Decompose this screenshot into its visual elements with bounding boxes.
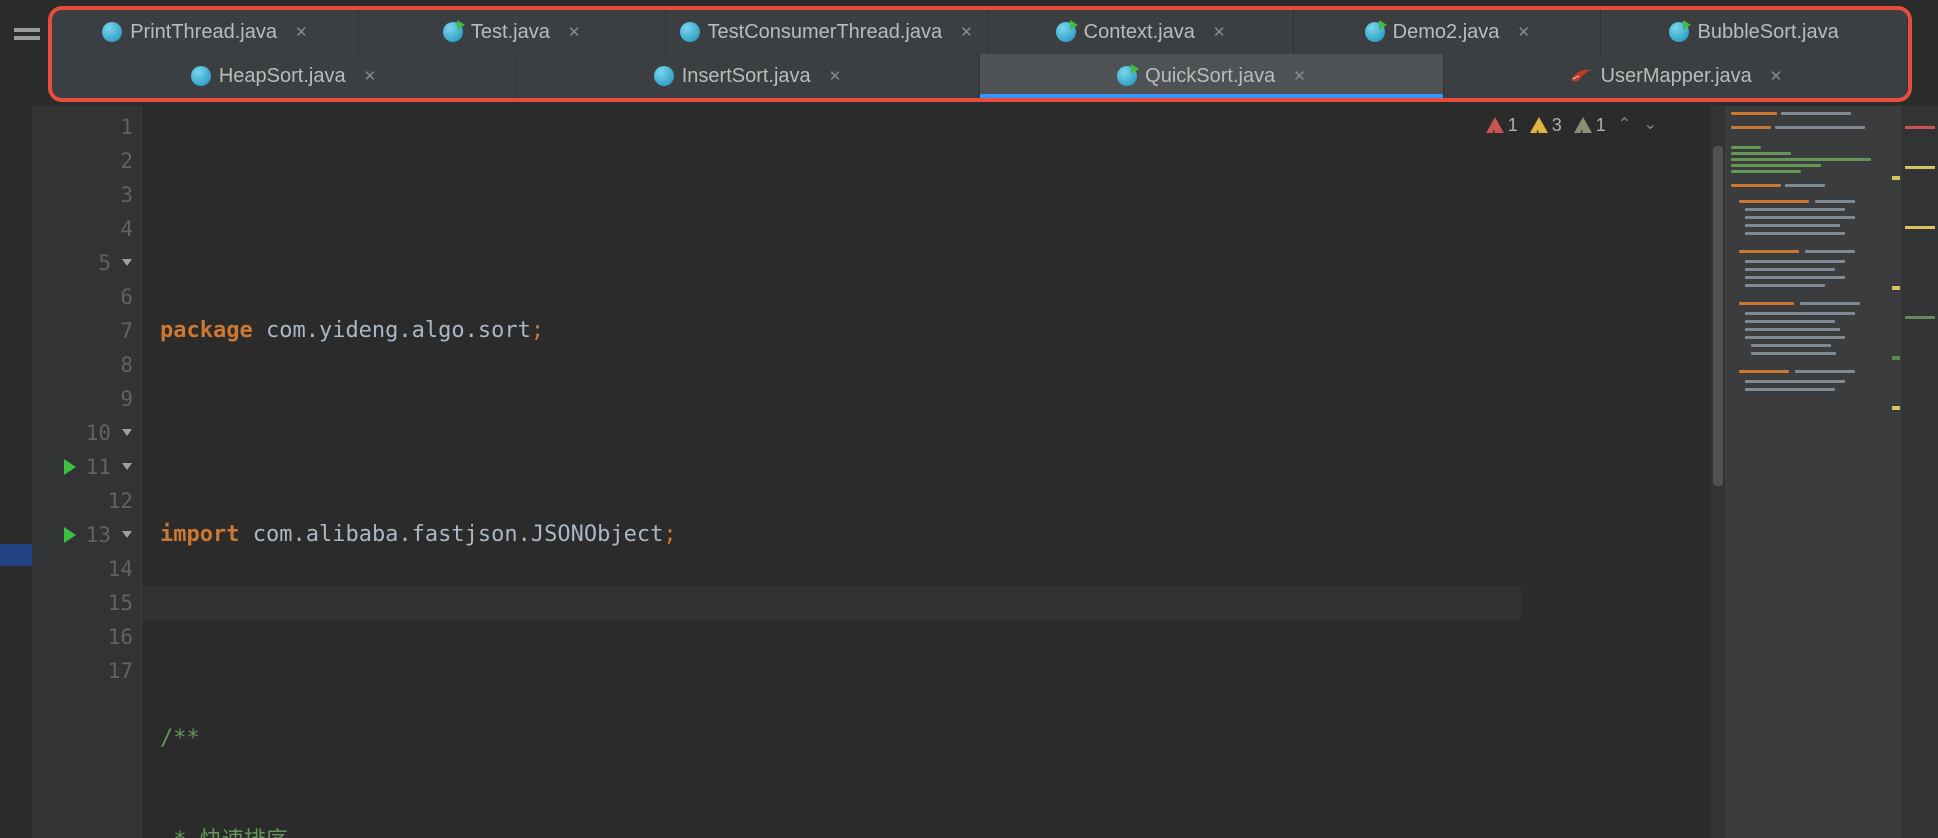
tab-insertsort[interactable]: InsertSort.java ✕ xyxy=(516,54,980,98)
tab-heapsort[interactable]: HeapSort.java ✕ xyxy=(52,54,516,98)
tab-label: Demo2.java xyxy=(1393,21,1500,44)
tab-label: TestConsumerThread.java xyxy=(708,21,943,44)
error-mark[interactable] xyxy=(1905,126,1935,129)
java-runnable-class-icon xyxy=(1056,22,1076,42)
line-number: 7 xyxy=(120,314,133,348)
fold-toggle-icon[interactable] xyxy=(119,256,133,270)
gutter: 1 2 3 4 5 6 7 8 9 10 11 12 13 14 15 16 1… xyxy=(32,106,142,838)
line-number: 1 xyxy=(120,110,133,144)
inspections-widget[interactable]: 1 3 1 ⌃ ⌄ xyxy=(1486,108,1661,142)
tabs-row-1: PrintThread.java ✕ Test.java ✕ TestConsu… xyxy=(52,10,1908,54)
mybatis-mapper-icon xyxy=(1569,66,1593,86)
run-gutter-icon[interactable] xyxy=(64,527,76,543)
java-runnable-class-icon xyxy=(443,22,463,42)
close-icon[interactable]: ✕ xyxy=(568,23,581,41)
line-number: 10 xyxy=(86,416,111,450)
tab-quicksort[interactable]: QuickSort.java ✕ xyxy=(980,54,1444,98)
line-number: 6 xyxy=(120,280,133,314)
tab-label: BubbleSort.java xyxy=(1697,21,1838,44)
tab-demo2[interactable]: Demo2.java ✕ xyxy=(1294,10,1601,54)
tool-window-handle-icon[interactable] xyxy=(14,36,40,40)
prev-next-highlight-icon[interactable]: ⌃ ⌄ xyxy=(1618,108,1661,142)
tab-context[interactable]: Context.java ✕ xyxy=(988,10,1295,54)
tab-test[interactable]: Test.java ✕ xyxy=(359,10,666,54)
close-icon[interactable]: ✕ xyxy=(295,23,308,41)
java-runnable-class-icon xyxy=(1669,22,1689,42)
line-number: 11 xyxy=(86,450,111,484)
line-number: 15 xyxy=(108,586,133,620)
ok-mark[interactable] xyxy=(1905,316,1935,319)
line-number: 5 xyxy=(98,246,111,280)
close-icon[interactable]: ✕ xyxy=(364,67,377,85)
error-stripe[interactable] xyxy=(1900,106,1938,838)
token-keyword: package xyxy=(160,314,253,348)
tabs-row-2: HeapSort.java ✕ InsertSort.java ✕ QuickS… xyxy=(52,54,1908,98)
bookmark-marker[interactable] xyxy=(0,544,32,566)
fold-toggle-icon[interactable] xyxy=(119,426,133,440)
error-icon xyxy=(1486,117,1504,133)
line-number: 8 xyxy=(120,348,133,382)
token-doc: /** xyxy=(160,722,200,756)
editor-tabs-highlighted: PrintThread.java ✕ Test.java ✕ TestConsu… xyxy=(48,6,1912,102)
tab-testconsumerthread[interactable]: TestConsumerThread.java ✕ xyxy=(666,10,988,54)
current-line-highlight xyxy=(142,586,1521,620)
warning-mark[interactable] xyxy=(1905,166,1935,169)
tab-bubblesort[interactable]: BubbleSort.java xyxy=(1601,10,1908,54)
scrollbar-thumb[interactable] xyxy=(1713,146,1723,486)
weak-warning-count: 1 xyxy=(1596,108,1606,142)
token-package: com.yideng.algo.sort xyxy=(266,314,531,348)
line-number: 9 xyxy=(120,382,133,416)
tab-label: Context.java xyxy=(1084,21,1195,44)
run-gutter-icon[interactable] xyxy=(64,459,76,475)
editor: 1 2 3 4 5 6 7 8 9 10 11 12 13 14 15 16 1… xyxy=(0,106,1938,838)
line-number: 2 xyxy=(120,144,133,178)
tab-label: HeapSort.java xyxy=(219,65,346,88)
java-runnable-class-icon xyxy=(1117,66,1137,86)
line-number: 4 xyxy=(120,212,133,246)
tab-printthread[interactable]: PrintThread.java ✕ xyxy=(52,10,359,54)
line-number: 16 xyxy=(108,620,133,654)
tab-usermapper[interactable]: UserMapper.java ✕ xyxy=(1444,54,1908,98)
fold-toggle-icon[interactable] xyxy=(119,528,133,542)
java-class-icon xyxy=(102,22,122,42)
token-doc: * 快速排序 xyxy=(160,824,288,838)
tab-label: UserMapper.java xyxy=(1601,65,1752,88)
vertical-scrollbar[interactable] xyxy=(1711,106,1725,838)
token-import: com.alibaba.fastjson.JSONObject xyxy=(253,518,664,552)
java-class-icon xyxy=(191,66,211,86)
java-class-icon xyxy=(680,22,700,42)
tab-label: PrintThread.java xyxy=(130,21,277,44)
java-class-icon xyxy=(654,66,674,86)
close-icon[interactable]: ✕ xyxy=(1517,23,1530,41)
tab-label: Test.java xyxy=(471,21,550,44)
minimap[interactable] xyxy=(1725,106,1900,838)
warning-count: 3 xyxy=(1552,108,1562,142)
error-count: 1 xyxy=(1508,108,1518,142)
line-number: 12 xyxy=(108,484,133,518)
line-number: 17 xyxy=(108,654,133,688)
editor-left-margin xyxy=(0,106,32,838)
line-number: 3 xyxy=(120,178,133,212)
weak-warning-icon xyxy=(1574,117,1592,133)
code-area[interactable]: 1 3 1 ⌃ ⌄ package com.yideng.algo.sort; … xyxy=(142,106,1711,838)
close-icon[interactable]: ✕ xyxy=(829,67,842,85)
warning-icon xyxy=(1530,117,1548,133)
tab-label: QuickSort.java xyxy=(1145,65,1275,88)
close-icon[interactable]: ✕ xyxy=(1293,67,1306,85)
warning-mark[interactable] xyxy=(1905,226,1935,229)
token-keyword: import xyxy=(160,518,239,552)
line-number: 14 xyxy=(108,552,133,586)
close-icon[interactable]: ✕ xyxy=(1213,23,1226,41)
java-runnable-class-icon xyxy=(1365,22,1385,42)
line-number: 13 xyxy=(86,518,111,552)
close-icon[interactable]: ✕ xyxy=(1770,67,1783,85)
tab-label: InsertSort.java xyxy=(682,65,811,88)
close-icon[interactable]: ✕ xyxy=(960,23,973,41)
fold-toggle-icon[interactable] xyxy=(119,460,133,474)
